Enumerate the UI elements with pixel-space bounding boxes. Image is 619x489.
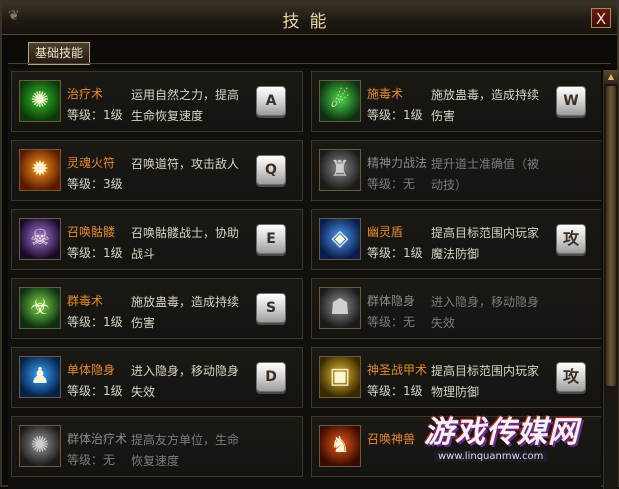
hotkey-button[interactable]: D: [256, 362, 286, 392]
skills-window: ❦ 技能 X 基础技能 ✺ 治疗术 等级：1级 运用自然之力，提高生命恢复速度 A ☄ 施毒…: [0, 0, 619, 489]
soul-fire-talisman-icon[interactable]: ✹: [19, 149, 61, 191]
watermark-logo: 游戏传媒网 www.linquanmw.com: [424, 407, 584, 467]
skill-icon-glyph: ✹: [30, 157, 50, 182]
skill-level: 等级：无: [367, 315, 416, 329]
skill-icon-glyph: ☗: [330, 295, 350, 320]
hotkey-button[interactable]: E: [256, 224, 286, 254]
skill-name: 治疗术: [67, 87, 104, 101]
skill-name: 群体隐身: [367, 294, 416, 308]
skill-card[interactable]: ◈ 幽灵盾等级：1级 提高目标范围内玩家魔法防御攻: [311, 209, 601, 270]
tab-basic-skills[interactable]: 基础技能: [28, 42, 91, 65]
skill-name: 幽灵盾: [367, 225, 404, 239]
skill-icon-glyph: ◈: [331, 226, 349, 251]
skill-level: 等级：1级: [367, 108, 423, 122]
skill-description: 提高目标范围内玩家物理防御: [431, 364, 540, 399]
window-title: 技能: [282, 12, 337, 32]
close-button[interactable]: X: [591, 8, 611, 28]
watermark-url: www.linquanmw.com: [434, 451, 548, 462]
skill-description: 提高目标范围内玩家魔法防御: [431, 226, 540, 261]
hotkey-button[interactable]: S: [256, 293, 286, 323]
holy-armor-icon[interactable]: ▣: [319, 356, 361, 398]
skill-icon-glyph: ✺: [30, 88, 50, 113]
ghost-shield-icon[interactable]: ◈: [319, 218, 361, 260]
skill-description: 施放蛊毒，造成持续伤害: [131, 295, 240, 330]
poison-icon[interactable]: ☄: [319, 80, 361, 122]
skill-name: 群体治疗术: [67, 432, 128, 446]
skill-icon-glyph: ♞: [330, 433, 350, 458]
skill-level: 等级：无: [367, 177, 416, 191]
skill-level: 等级：1级: [67, 108, 123, 122]
title-bar[interactable]: ❦ 技能 X: [2, 2, 617, 35]
skill-level: 等级：1级: [67, 246, 123, 260]
skill-name: 群毒术: [67, 294, 104, 308]
skill-description: 召唤骷髅战士，协助战斗: [131, 226, 240, 261]
skill-card[interactable]: ✺ 治疗术等级：1级 运用自然之力，提高生命恢复速度 A: [11, 71, 303, 132]
skill-card[interactable]: ☄ 施毒术等级：1级 施放蛊毒，造成持续伤害 W: [311, 71, 601, 132]
skill-card[interactable]: ☗ 群体隐身等级：无 进入隐身，移动隐身失效: [311, 278, 601, 339]
skill-description: 召唤道符，攻击敌人: [131, 157, 240, 171]
skill-card[interactable]: ☣ 群毒术等级：1级 施放蛊毒，造成持续伤害 S: [11, 278, 303, 339]
scrollbar[interactable]: ▲: [603, 70, 618, 489]
skill-description: 运用自然之力，提高生命恢复速度: [131, 88, 240, 123]
skill-description: 施放蛊毒，造成持续伤害: [431, 88, 540, 123]
tab-divider: [8, 63, 611, 64]
skill-name: 召唤神兽: [367, 432, 416, 446]
skill-name: 施毒术: [367, 87, 404, 101]
skill-name: 召唤骷髅: [67, 225, 116, 239]
skill-name: 单体隐身: [67, 363, 116, 377]
skill-icon-glyph: ▣: [329, 364, 351, 389]
skill-name: 精神力战法: [367, 156, 428, 170]
skill-card[interactable]: ✹ 灵魂火符等级：3级 召唤道符，攻击敌人 Q: [11, 140, 303, 201]
mass-stealth-icon[interactable]: ☗: [319, 287, 361, 329]
skill-card[interactable]: ▣ 神圣战甲术等级：1级 提高目标范围内玩家物理防御攻: [311, 347, 601, 408]
skill-icon-glyph: ♟: [30, 364, 50, 389]
hotkey-button[interactable]: A: [256, 86, 286, 116]
skill-card[interactable]: ♜ 精神力战法等级：无 提升道士准确值（被动技）: [311, 140, 601, 201]
skill-level: 等级：1级: [367, 384, 423, 398]
summon-skeleton-icon[interactable]: ☠: [19, 218, 61, 260]
hotkey-button[interactable]: Q: [256, 155, 286, 185]
summon-beast-icon[interactable]: ♞: [319, 425, 361, 467]
skill-icon-glyph: ✺: [30, 433, 50, 458]
skill-description: 进入隐身，移动隐身失效: [131, 364, 240, 399]
skill-icon-glyph: ☄: [330, 88, 350, 113]
skill-icon-glyph: ☠: [30, 226, 50, 251]
skill-level: 等级：3级: [67, 177, 123, 191]
skill-icon-glyph: ♜: [330, 157, 350, 182]
skill-name: 灵魂火符: [67, 156, 116, 170]
skill-icon-glyph: ☣: [30, 295, 50, 320]
hotkey-button[interactable]: 攻: [556, 224, 586, 254]
skill-level: 等级：无: [67, 453, 116, 467]
mass-poison-icon[interactable]: ☣: [19, 287, 61, 329]
skill-name: 神圣战甲术: [367, 363, 428, 377]
hotkey-button[interactable]: W: [556, 86, 586, 116]
mass-healing-icon[interactable]: ✺: [19, 425, 61, 467]
skill-level: 等级：1级: [367, 246, 423, 260]
hotkey-button[interactable]: 攻: [556, 362, 586, 392]
stealth-icon[interactable]: ♟: [19, 356, 61, 398]
skill-description: 进入隐身，移动隐身失效: [431, 295, 540, 330]
scroll-up-arrow-icon[interactable]: ▲: [604, 70, 618, 84]
skill-level: 等级：1级: [67, 315, 123, 329]
skill-description: 提升道士准确值（被动技）: [431, 157, 540, 192]
healing-icon[interactable]: ✺: [19, 80, 61, 122]
skill-card[interactable]: ♟ 单体隐身等级：1级 进入隐身，移动隐身失效 D: [11, 347, 303, 408]
skill-card[interactable]: ☠ 召唤骷髅等级：1级 召唤骷髅战士，协助战斗 E: [11, 209, 303, 270]
watermark-text: 游戏传媒网: [424, 415, 579, 450]
scrollbar-thumb[interactable]: [606, 86, 616, 386]
skill-description: 提高友方单位，生命恢复速度: [131, 433, 240, 468]
skill-level: 等级：1级: [67, 384, 123, 398]
spirit-warfare-icon[interactable]: ♜: [319, 149, 361, 191]
skill-card[interactable]: ✺ 群体治疗术等级：无 提高友方单位，生命恢复速度: [11, 416, 303, 477]
